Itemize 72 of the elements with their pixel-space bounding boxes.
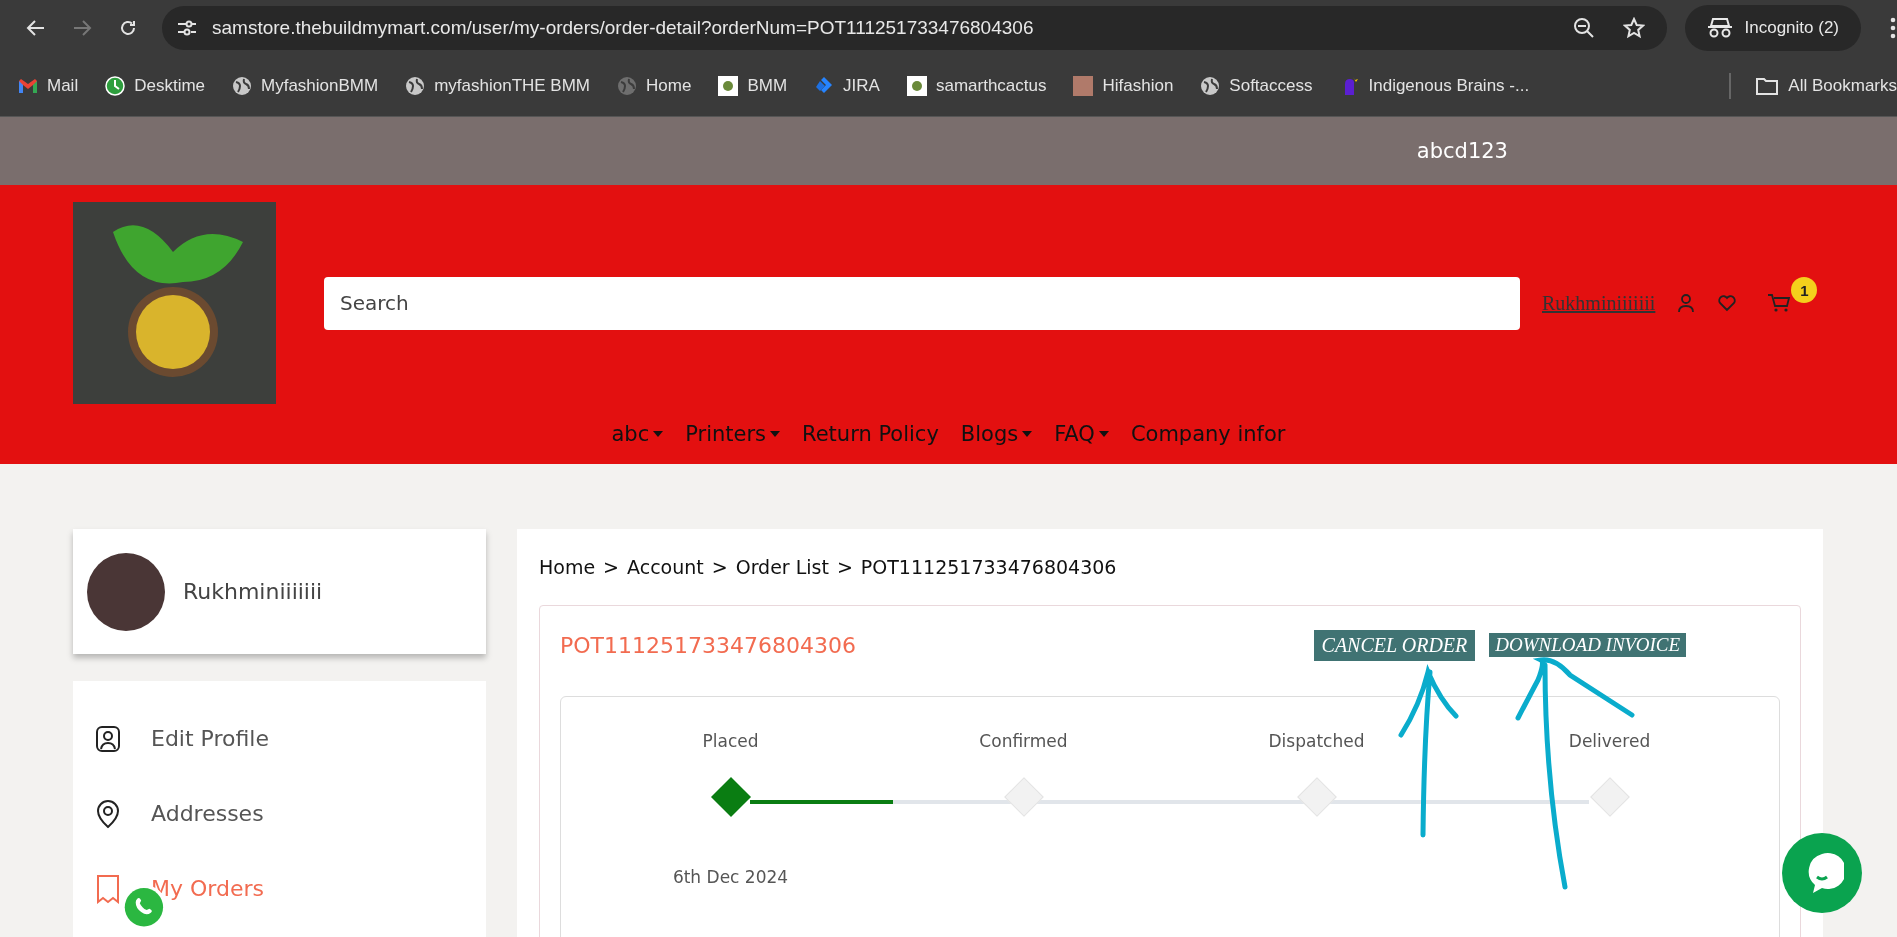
- globe-icon: [1200, 76, 1221, 96]
- nav-menu-item[interactable]: Blogs: [960, 422, 1033, 446]
- reload-icon: [118, 18, 138, 38]
- globe-icon: [405, 76, 426, 96]
- bookmark-link[interactable]: MyfashionBMM: [261, 76, 379, 96]
- download-invoice-button[interactable]: DOWNLOAD INVOICE: [1489, 633, 1686, 657]
- incognito-button[interactable]: Incognito (2): [1684, 5, 1861, 51]
- breadcrumb-link[interactable]: Order List: [735, 556, 829, 578]
- globe-icon: [232, 76, 253, 96]
- user-icon[interactable]: [1677, 293, 1696, 313]
- bookmark-link[interactable]: Indigenous Brains -...: [1368, 76, 1530, 96]
- nav-menu-item[interactable]: abc: [611, 422, 664, 446]
- clock-icon: [105, 76, 126, 96]
- bookmark-link[interactable]: Softaccess: [1229, 76, 1313, 96]
- breadcrumb-link[interactable]: Account: [627, 556, 704, 578]
- breadcrumb-separator: >: [836, 556, 853, 578]
- cart-count-badge: 1: [1791, 277, 1818, 303]
- sidebar-item[interactable]: Edit Profile: [73, 701, 486, 776]
- step-date: 6th Dec 2024: [672, 867, 789, 887]
- site-settings-icon[interactable]: [176, 18, 198, 38]
- step-label: Placed: [702, 731, 759, 753]
- nav-menu-item[interactable]: Printers: [685, 422, 781, 446]
- photo-placeholder[interactable]: [73, 202, 276, 404]
- profile-name: Rukhminiiiiiii: [183, 579, 323, 604]
- breadcrumb-separator: >: [603, 556, 620, 578]
- site-icon: [906, 76, 927, 96]
- menu-icon[interactable]: [1889, 16, 1897, 40]
- order-number: POT111251733476804306: [560, 632, 857, 658]
- bookmark-link[interactable]: JIRA: [843, 76, 880, 96]
- caret-icon: [1098, 431, 1109, 437]
- breadcrumb-link[interactable]: POT111251733476804306: [860, 556, 1117, 578]
- nav-menu-item[interactable]: Return Policy: [802, 422, 939, 446]
- caret-icon: [1022, 431, 1033, 437]
- bookmark-star-icon[interactable]: [1622, 17, 1645, 39]
- search-field[interactable]: Search: [324, 276, 1520, 330]
- forward-arrow-icon: [72, 18, 92, 38]
- cart-icon[interactable]: [1767, 293, 1792, 313]
- step-label: Dispatched: [1268, 731, 1365, 753]
- nav-menu-item[interactable]: FAQ: [1054, 422, 1109, 446]
- receipt-icon: [95, 873, 121, 904]
- site-icon: [718, 76, 739, 96]
- caret-icon: [653, 431, 664, 437]
- mail-icon: [18, 78, 38, 94]
- sidebar-item[interactable]: Addresses: [73, 776, 486, 851]
- folder-icon: [1755, 76, 1780, 96]
- address-bar[interactable]: samstore.thebuildmymart.com/user/my-orders/order-detail?orderNum=POT111251733476804306: [162, 6, 1667, 50]
- globe-icon: [617, 76, 638, 96]
- caret-icon: [770, 431, 781, 437]
- bookmark-link[interactable]: Hifashion: [1102, 76, 1174, 96]
- breadcrumb-separator: >: [711, 556, 728, 578]
- back-arrow-icon: [26, 18, 46, 38]
- photo-placeholder: [1073, 76, 1094, 96]
- bookmark-link[interactable]: Home: [646, 76, 692, 96]
- zoom-out-icon[interactable]: [1572, 17, 1595, 39]
- bookmark-link[interactable]: All Bookmarks: [1788, 76, 1897, 96]
- step-label: Confirmed: [979, 731, 1068, 753]
- profile-icon: [95, 724, 121, 753]
- bookmark-link[interactable]: Desktime: [134, 76, 206, 96]
- jira-icon: [814, 76, 835, 96]
- bookmark-link[interactable]: samarthcactus: [935, 76, 1047, 96]
- cancel-order-button[interactable]: CANCEL ORDER: [1313, 629, 1476, 661]
- top-bar-text: abcd123: [1416, 139, 1508, 163]
- location-pin-icon: [96, 798, 120, 829]
- breadcrumb-link[interactable]: Home: [539, 556, 596, 578]
- heart-icon[interactable]: [1717, 294, 1738, 312]
- bookmark-link[interactable]: myfashionTHE BMM: [434, 76, 591, 96]
- step-label: Delivered: [1568, 731, 1651, 753]
- url-text: samstore.thebuildmymart.com/user/my-orders/order-detail?orderNum=POT111251733476804306: [212, 17, 1035, 39]
- incognito-icon: [1706, 17, 1733, 39]
- nav-menu-item[interactable]: Company infor: [1130, 422, 1286, 446]
- bookmark-link[interactable]: BMM: [747, 76, 788, 96]
- bookmark-link[interactable]: Mail: [47, 76, 79, 96]
